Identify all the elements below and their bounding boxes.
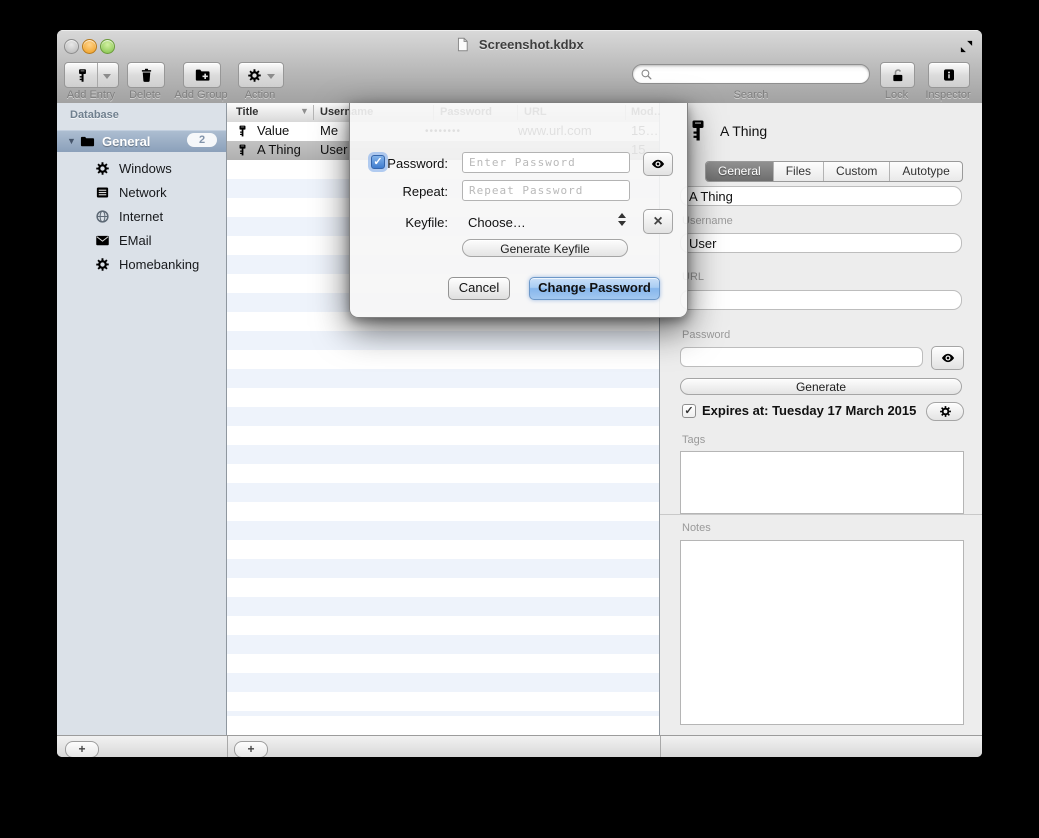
search-input[interactable] bbox=[632, 64, 870, 84]
fullscreen-icon[interactable] bbox=[959, 39, 974, 54]
key-icon bbox=[236, 124, 249, 138]
chevron-down-icon bbox=[267, 66, 275, 84]
inspector-panel: A Thing General Files Custom Autotype Us… bbox=[660, 103, 982, 735]
key-icon bbox=[75, 68, 90, 83]
add-entry-button[interactable] bbox=[64, 62, 119, 88]
folder-icon bbox=[79, 134, 96, 149]
search-label: Search bbox=[632, 89, 870, 101]
key-icon bbox=[236, 143, 249, 157]
column-header-title[interactable]: Title bbox=[236, 106, 258, 118]
add-group-footer-button[interactable]: + bbox=[65, 741, 99, 757]
keyfile-stepper[interactable] bbox=[618, 213, 626, 226]
inspector-tabs: General Files Custom Autotype bbox=[705, 161, 963, 182]
inspector-entry-title: A Thing bbox=[720, 123, 767, 139]
reveal-password-button[interactable] bbox=[931, 346, 964, 370]
notes-label: Notes bbox=[682, 522, 711, 534]
gear-icon bbox=[95, 161, 110, 176]
sidebar-item-windows[interactable]: Windows bbox=[57, 156, 226, 180]
add-entry-label: Add Entry bbox=[57, 89, 125, 101]
username-label: Username bbox=[682, 215, 733, 227]
sidebar-section-header: Database bbox=[70, 109, 119, 121]
action-label: Action bbox=[238, 89, 282, 101]
lock-button[interactable] bbox=[880, 62, 915, 88]
sidebar-item-network[interactable]: Network bbox=[57, 180, 226, 204]
title-field[interactable] bbox=[680, 186, 962, 206]
disclosure-triangle-icon[interactable]: ▼ bbox=[67, 136, 79, 146]
sheet-password-label: Password: bbox=[356, 156, 448, 171]
inspector-button[interactable] bbox=[928, 62, 970, 88]
expires-settings-button[interactable] bbox=[926, 402, 964, 421]
chevron-down-icon bbox=[103, 66, 111, 84]
chevron-up-icon bbox=[618, 213, 626, 218]
gear-icon bbox=[95, 257, 110, 272]
sheet-repeat-input[interactable] bbox=[462, 180, 630, 201]
title-toolbar-chrome: Screenshot.kdbx Add Entry Delete Add Gro… bbox=[57, 30, 982, 104]
url-field[interactable] bbox=[680, 290, 962, 310]
delete-label: Delete bbox=[125, 89, 165, 101]
eye-icon bbox=[940, 351, 956, 365]
bottom-bar: + + bbox=[57, 735, 982, 757]
sheet-reveal-password-button[interactable] bbox=[643, 152, 673, 176]
add-group-label: Add Group bbox=[168, 89, 234, 101]
tab-general[interactable]: General bbox=[706, 162, 774, 181]
sheet-keyfile-label: Keyfile: bbox=[356, 215, 448, 230]
gear-icon bbox=[939, 405, 952, 418]
trash-icon bbox=[139, 67, 154, 83]
sort-indicator-icon: ▼ bbox=[300, 106, 309, 116]
add-group-button[interactable] bbox=[183, 62, 221, 88]
tab-autotype[interactable]: Autotype bbox=[890, 162, 961, 181]
sidebar-item-homebanking[interactable]: Homebanking bbox=[57, 252, 226, 276]
entry-count-badge: 2 bbox=[187, 133, 217, 147]
notes-field[interactable] bbox=[680, 540, 964, 725]
group-label: General bbox=[102, 134, 150, 149]
tags-field[interactable] bbox=[680, 451, 964, 514]
generate-password-button[interactable]: Generate bbox=[680, 378, 962, 395]
tab-custom[interactable]: Custom bbox=[824, 162, 890, 181]
sidebar-item-email[interactable]: EMail bbox=[57, 228, 226, 252]
expires-label: Expires at: Tuesday 17 March 2015 bbox=[702, 403, 916, 418]
cancel-button[interactable]: Cancel bbox=[448, 277, 510, 300]
sidebar-item-general[interactable]: ▼ General 2 bbox=[57, 130, 226, 152]
clear-keyfile-button[interactable]: × bbox=[643, 209, 673, 234]
gear-icon bbox=[247, 68, 262, 83]
window-title: Screenshot.kdbx bbox=[57, 37, 982, 52]
server-icon bbox=[95, 185, 110, 200]
keyfile-dropdown[interactable]: Choose… bbox=[468, 215, 526, 230]
inspector-label: Inspector bbox=[913, 89, 982, 101]
generate-keyfile-button[interactable]: Generate Keyfile bbox=[462, 239, 628, 257]
key-icon bbox=[686, 112, 710, 149]
app-window: Screenshot.kdbx Add Entry Delete Add Gro… bbox=[57, 30, 982, 757]
document-icon bbox=[455, 37, 470, 52]
folder-plus-icon bbox=[194, 67, 211, 83]
username-field[interactable] bbox=[680, 233, 962, 253]
sheet-repeat-label: Repeat: bbox=[356, 184, 448, 199]
tags-label: Tags bbox=[682, 434, 705, 446]
sidebar-item-internet[interactable]: Internet bbox=[57, 204, 226, 228]
eye-icon bbox=[650, 157, 666, 171]
sheet-password-input[interactable] bbox=[462, 152, 630, 173]
password-label: Password bbox=[682, 329, 730, 341]
section-divider bbox=[660, 514, 982, 515]
delete-button[interactable] bbox=[127, 62, 165, 88]
lock-open-icon bbox=[890, 67, 906, 84]
add-entry-footer-button[interactable]: + bbox=[234, 741, 268, 757]
expires-checkbox[interactable]: ✓ bbox=[682, 404, 696, 418]
chevron-down-icon bbox=[618, 221, 626, 226]
action-button[interactable] bbox=[238, 62, 284, 88]
change-password-sheet: ✓ Password: Repeat: Keyfile: Choose… × G… bbox=[349, 103, 688, 318]
change-password-button[interactable]: Change Password bbox=[529, 277, 660, 300]
inspector-icon bbox=[941, 67, 957, 83]
sidebar: Database ▼ General 2 Windows Network Int… bbox=[57, 103, 227, 735]
password-field[interactable] bbox=[680, 347, 923, 367]
envelope-icon bbox=[95, 233, 110, 248]
tab-files[interactable]: Files bbox=[774, 162, 824, 181]
globe-icon bbox=[95, 209, 110, 224]
search-icon bbox=[640, 68, 653, 81]
